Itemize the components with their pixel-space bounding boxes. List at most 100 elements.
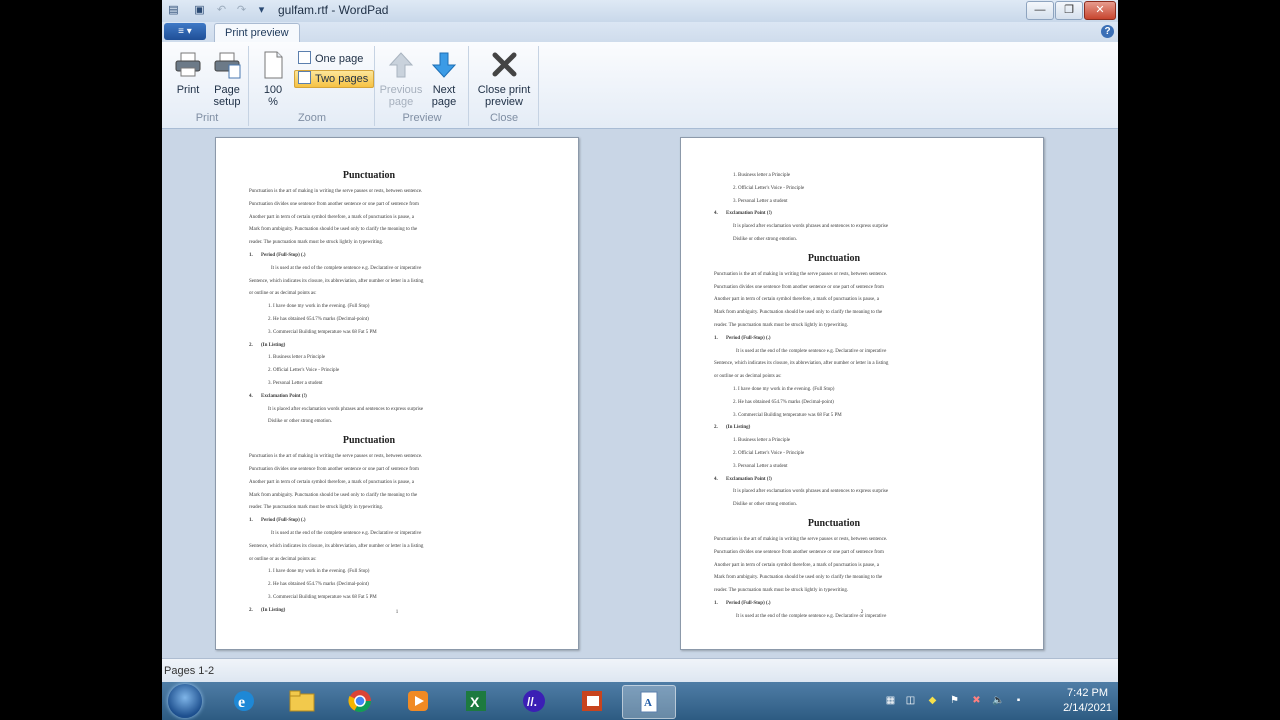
- close-print-preview-button[interactable]: Close print preview: [472, 50, 536, 108]
- doc-paragraph: It is placed after exclamation words phr…: [733, 489, 889, 495]
- powerpoint-taskbar-icon[interactable]: [564, 685, 620, 717]
- doc-paragraph: Sentence, which indicates its closure, i…: [249, 278, 424, 284]
- svg-text://.: //.: [527, 695, 537, 709]
- preview-group-label: Preview: [402, 112, 442, 124]
- doc-heading: Punctuation: [807, 517, 861, 529]
- start-button[interactable]: [168, 684, 202, 718]
- two-pages-label: Two pages: [315, 73, 369, 85]
- tray-icon[interactable]: ▦: [884, 694, 897, 707]
- wordpad-window: ▤ ▣ ↶ ↷ ▾ gulfam.rtf - WordPad — ❐ ✕ ≡ ▾…: [162, 0, 1118, 720]
- print-preview-area[interactable]: Punctuation Punctuation is the art of ma…: [162, 129, 1118, 658]
- minimize-button[interactable]: —: [1026, 1, 1054, 20]
- volume-icon[interactable]: 🔈: [992, 694, 1005, 707]
- list-item: 2. He has obtained 654.7% marks (Decimal…: [268, 316, 369, 322]
- close-x-icon: [492, 52, 517, 77]
- doc-paragraph: reader. The punctuation mark must be str…: [249, 240, 384, 246]
- next-page-button[interactable]: Next page: [424, 50, 464, 108]
- list-item: 3. Personal Letter a student: [733, 198, 788, 204]
- doc-heading: Punctuation: [807, 252, 861, 264]
- application-menu-button[interactable]: ≡ ▾: [164, 23, 206, 40]
- zoom-group: 100 % One page Two pages Zoom: [250, 46, 375, 126]
- list-item: 1. Business letter a Principle: [733, 438, 791, 444]
- chrome-taskbar-icon[interactable]: [332, 685, 388, 717]
- list-item: 1. I have done my work in the evening. (…: [733, 386, 835, 392]
- tab-print-preview[interactable]: Print preview: [214, 23, 300, 43]
- zoom-100-button[interactable]: 100 %: [256, 50, 290, 108]
- doc-paragraph: Sentence, which indicates its closure, i…: [249, 543, 424, 549]
- list-item: 1. Business letter a Principle: [268, 355, 326, 361]
- excel-taskbar-icon[interactable]: X: [448, 685, 504, 717]
- undo-icon[interactable]: ↶: [214, 3, 229, 18]
- doc-paragraph: Mark from ambiguity. Punctuation should …: [249, 492, 418, 498]
- doc-paragraph: Another part in term of certain symbol t…: [249, 479, 414, 485]
- list-item: 3. Commercial Building temperature was 6…: [268, 594, 377, 600]
- tray-icon[interactable]: ◆: [926, 694, 939, 707]
- previous-page-label-2: page: [388, 96, 414, 108]
- list-item: 1. Business letter a Principle: [733, 173, 791, 178]
- maximize-button[interactable]: ❐: [1055, 1, 1083, 20]
- two-pages-icon: [298, 71, 311, 84]
- save-icon[interactable]: ▣: [192, 3, 207, 18]
- next-page-label-1: Next: [432, 84, 456, 96]
- doc-paragraph: reader. The punctuation mark must be str…: [714, 588, 849, 594]
- internet-explorer-taskbar-icon[interactable]: e: [216, 685, 272, 717]
- list-heading: 4. Exclamation Point (!): [714, 211, 772, 217]
- print-button[interactable]: Print: [170, 50, 206, 96]
- page-number: 1: [395, 610, 399, 615]
- list-heading: 1. Period (Full-Stop) (.): [249, 518, 306, 524]
- network-icon[interactable]: ✖: [970, 694, 983, 707]
- print-label: Print: [176, 84, 200, 96]
- print-group-label: Print: [195, 112, 219, 124]
- list-heading: 1. Period (Full-Stop) (.): [714, 600, 771, 606]
- wordpad-taskbar-icon[interactable]: A: [622, 685, 676, 719]
- list-heading: 2. (In Listing): [249, 342, 286, 348]
- list-item: 1. I have done my work in the evening. (…: [268, 569, 370, 575]
- doc-paragraph: Punctuation is the art of making in writ…: [714, 271, 888, 277]
- one-page-button[interactable]: One page: [294, 50, 369, 68]
- close-group: Close print preview Close: [470, 46, 539, 126]
- close-preview-label-1: Close print: [477, 84, 531, 96]
- redo-icon[interactable]: ↷: [234, 3, 249, 18]
- down-arrow-icon: [431, 52, 457, 78]
- previous-page-button[interactable]: Previous page: [378, 50, 424, 108]
- doc-paragraph: Mark from ambiguity. Punctuation should …: [714, 310, 883, 316]
- doc-paragraph: Sentence, which indicates its closure, i…: [714, 361, 889, 367]
- doc-paragraph: Mark from ambiguity. Punctuation should …: [714, 575, 883, 581]
- preview-page-1: Punctuation Punctuation is the art of ma…: [215, 137, 579, 650]
- tray-icon[interactable]: ▪: [1012, 694, 1025, 707]
- printer-icon: [175, 52, 201, 77]
- svg-text:A: A: [644, 697, 652, 709]
- list-item: 3. Commercial Building temperature was 6…: [733, 412, 842, 418]
- media-player-taskbar-icon[interactable]: [390, 685, 446, 717]
- list-item: 2. Official Letter's Voice - Principle: [268, 368, 340, 374]
- list-heading: 1. Period (Full-Stop) (.): [249, 252, 306, 258]
- clock-date: 2/14/2021: [1063, 702, 1112, 714]
- svg-text:X: X: [470, 694, 480, 710]
- tray-icon[interactable]: ◫: [904, 694, 917, 707]
- page-zoom-icon: [264, 51, 283, 79]
- help-icon[interactable]: ?: [1101, 25, 1114, 38]
- taskbar-clock[interactable]: 7:42 PM 2/14/2021: [1063, 686, 1112, 716]
- flag-icon[interactable]: ⚑: [948, 694, 961, 707]
- list-item: 2. Official Letter's Voice - Principle: [733, 450, 805, 456]
- zoom-group-label: Zoom: [297, 112, 327, 124]
- wordpad-app-icon[interactable]: ▤: [166, 3, 181, 18]
- doc-heading: Punctuation: [342, 435, 396, 447]
- list-heading: 4. Exclamation Point (!): [249, 393, 307, 399]
- list-item: 3. Commercial Building temperature was 6…: [268, 329, 377, 335]
- list-item: 1. I have done my work in the evening. (…: [268, 304, 370, 310]
- file-explorer-taskbar-icon[interactable]: [274, 685, 330, 717]
- list-item: 2. Official Letter's Voice - Principle: [733, 185, 805, 191]
- doc-paragraph: reader. The punctuation mark must be str…: [714, 322, 849, 328]
- page-setup-button[interactable]: Page setup: [208, 50, 246, 108]
- doc-paragraph: Another part in term of certain symbol t…: [714, 297, 879, 303]
- customize-quick-access-icon[interactable]: ▾: [254, 3, 269, 18]
- two-pages-button[interactable]: Two pages: [294, 70, 375, 88]
- page-setup-icon: [214, 52, 241, 79]
- doc-paragraph: or outline or as decimal points as:: [714, 374, 782, 380]
- close-group-label: Close: [489, 112, 519, 124]
- list-heading: 2. (In Listing): [714, 425, 751, 431]
- app-taskbar-icon[interactable]: //.: [506, 685, 562, 717]
- status-pages: Pages 1-2: [164, 665, 215, 677]
- close-button[interactable]: ✕: [1084, 1, 1116, 20]
